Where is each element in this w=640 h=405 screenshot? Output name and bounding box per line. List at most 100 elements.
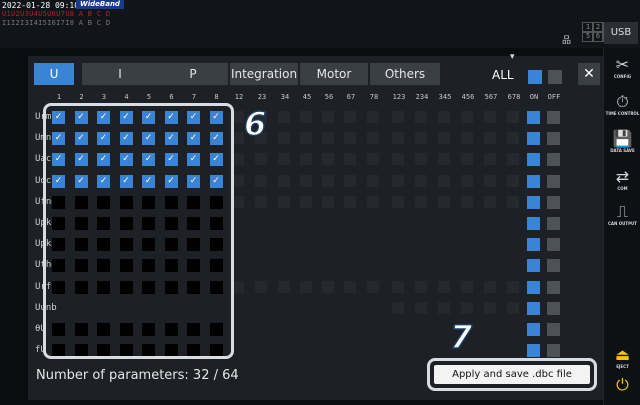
disabled-cell — [484, 153, 496, 166]
row-on-button[interactable] — [527, 344, 540, 358]
disabled-cell — [300, 280, 312, 293]
disabled-cell — [507, 111, 519, 123]
disabled-cell — [300, 195, 312, 208]
row-on-button[interactable] — [527, 259, 540, 273]
sidebar-item-data-save[interactable]: 💾 DATA SAVE — [604, 129, 640, 154]
row-off-button[interactable] — [547, 195, 560, 209]
disabled-cell — [322, 174, 334, 187]
disabled-cell — [484, 132, 496, 145]
voltage-channel-row: U1U2U3U4U5U6U7U8 A B C D — [2, 10, 111, 18]
network-icon: 品 — [562, 36, 572, 46]
row-on-button[interactable] — [527, 238, 540, 252]
sidebar-item-time-control[interactable]: ⏱ TIME CONTROL — [604, 93, 640, 117]
sidebar-item-config[interactable]: ✂ CONFIG — [604, 55, 640, 80]
disabled-cell — [322, 153, 334, 166]
row-off-button[interactable] — [547, 238, 560, 252]
row-on-button[interactable] — [527, 174, 540, 188]
all-off-button[interactable] — [548, 70, 562, 84]
row-on-button[interactable] — [527, 132, 540, 146]
column-header: 234 — [415, 93, 429, 101]
tab-u[interactable]: U — [34, 63, 74, 85]
callout-6: 6 — [243, 104, 267, 144]
disabled-cell — [392, 174, 404, 187]
sidebar-item-eject[interactable]: ⏏ EJECT — [604, 346, 640, 370]
disabled-cell — [300, 153, 312, 166]
row-off-button[interactable] — [547, 174, 560, 188]
disabled-cell — [438, 132, 450, 145]
row-off-button[interactable] — [547, 111, 560, 124]
row-on-button[interactable] — [527, 280, 540, 294]
data-save-icon: 💾 — [612, 129, 633, 148]
all-on-button[interactable] — [528, 70, 542, 84]
row-off-button[interactable] — [547, 301, 560, 315]
disabled-cell — [415, 174, 427, 187]
row-on-button[interactable] — [527, 323, 540, 336]
sidebar-item-label: CAN OUTPUT — [607, 221, 638, 226]
row-on-button[interactable] — [527, 217, 540, 230]
tab-integration[interactable]: Integration — [230, 63, 298, 85]
sidebar-item-label: COM — [617, 186, 628, 191]
matrix-highlight — [43, 103, 234, 359]
disabled-cell — [344, 280, 356, 293]
callout-7: 7 — [449, 317, 473, 357]
row-off-button[interactable] — [547, 323, 560, 336]
sidebar-item-label: CONFIG — [613, 74, 632, 79]
disabled-cell — [392, 280, 404, 293]
disabled-cell — [392, 301, 404, 314]
sidebar-item-can-output[interactable]: ⎍ CAN OUTPUT — [604, 203, 640, 227]
row-on-button[interactable] — [527, 195, 540, 209]
column-header: 6 — [169, 93, 174, 101]
column-header: 4 — [124, 93, 129, 101]
column-header: 12 — [234, 93, 244, 101]
row-off-button[interactable] — [547, 259, 560, 273]
sidebar-item-label: EJECT — [616, 364, 629, 369]
column-header: 67 — [346, 93, 356, 101]
row-off-button[interactable] — [547, 217, 560, 230]
disabled-cell — [255, 153, 267, 166]
column-header: 123 — [392, 93, 406, 101]
tab-p[interactable]: P — [158, 63, 228, 85]
column-header: 2 — [79, 93, 84, 101]
disabled-cell — [438, 174, 450, 187]
close-button[interactable]: ✕ — [578, 63, 600, 85]
disabled-cell — [461, 195, 473, 208]
column-header: OFF — [547, 93, 561, 101]
tab-motor[interactable]: Motor — [300, 63, 368, 85]
tab-others[interactable]: Others — [370, 63, 440, 85]
disabled-cell — [415, 111, 427, 123]
disabled-cell — [322, 111, 334, 123]
disabled-cell — [367, 195, 379, 208]
row-on-button[interactable] — [527, 153, 540, 167]
disabled-cell — [367, 153, 379, 166]
column-header: 45 — [302, 93, 312, 101]
disabled-cell — [438, 195, 450, 208]
com-icon: ⇄ — [615, 167, 630, 186]
row-off-button[interactable] — [547, 132, 560, 146]
row-off-button[interactable] — [547, 344, 560, 358]
apply-save-dbc-button[interactable]: Apply and save .dbc file — [434, 365, 590, 384]
row-off-button[interactable] — [547, 153, 560, 167]
disabled-cell — [507, 280, 519, 293]
disabled-cell — [507, 174, 519, 187]
row-off-button[interactable] — [547, 280, 560, 294]
sidebar: ✂ CONFIG ⏱ TIME CONTROL 💾 DATA SAVE ⇄ COM ⎍ CAN O… — [603, 48, 640, 405]
column-header: 78 — [369, 93, 379, 101]
usb-indicator: USB — [604, 22, 638, 44]
column-header: ON — [529, 93, 539, 101]
disabled-cell — [278, 153, 290, 166]
disabled-cell — [484, 174, 496, 187]
sidebar-item-power[interactable]: ⏻ — [604, 376, 640, 394]
tab-i[interactable]: I — [82, 63, 158, 85]
disabled-cell — [344, 153, 356, 166]
row-on-button[interactable] — [527, 301, 540, 315]
chevron-down-icon[interactable]: ▾ — [510, 52, 515, 62]
sidebar-item-com[interactable]: ⇄ COM — [604, 167, 640, 192]
row-on-button[interactable] — [527, 111, 540, 124]
disabled-cell — [461, 280, 473, 293]
disabled-cell — [300, 132, 312, 145]
disabled-cell — [367, 111, 379, 123]
disabled-cell — [507, 132, 519, 145]
status-bar: 2022-01-28 09:10:41 WideBand U1U2U3U4U5U… — [0, 0, 640, 48]
config-icon: ✂ — [615, 55, 630, 74]
column-header: 56 — [324, 93, 334, 101]
